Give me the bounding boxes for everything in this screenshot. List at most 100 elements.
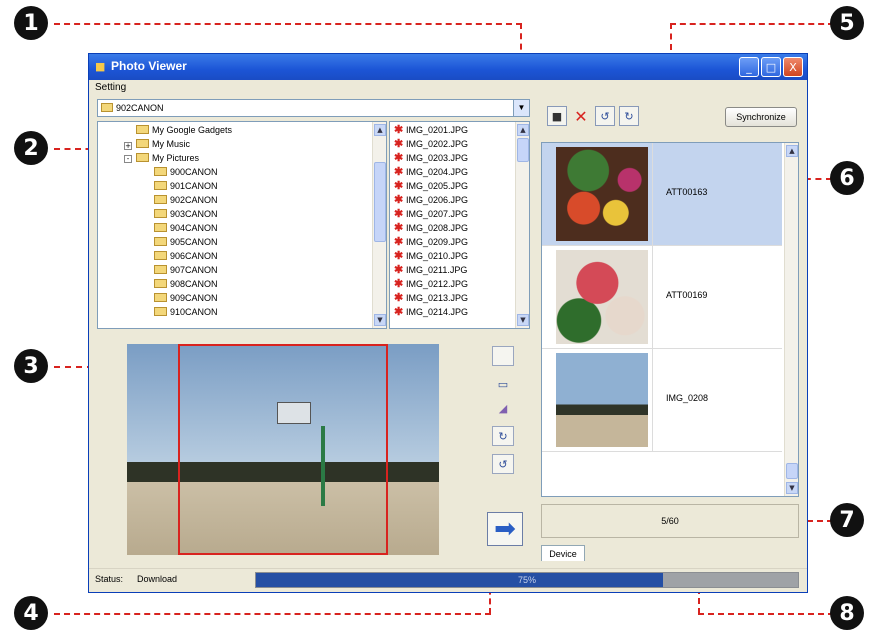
- jpg-file-icon: ✱: [394, 236, 404, 248]
- folder-icon: [154, 167, 167, 176]
- folder-icon: [154, 209, 167, 218]
- file-item[interactable]: ✱ IMG_0210.JPG: [394, 250, 468, 263]
- tree-item-907canon[interactable]: 907CANON: [154, 264, 218, 277]
- scroll-thumb[interactable]: [517, 138, 529, 162]
- jpg-file-icon: ✱: [394, 180, 404, 192]
- thumbnail-row[interactable]: ATT00169: [542, 246, 782, 349]
- tree-item-904canon[interactable]: 904CANON: [154, 222, 218, 235]
- tree-item-901canon[interactable]: 901CANON: [154, 180, 218, 193]
- file-item[interactable]: ✱ IMG_0208.JPG: [394, 222, 468, 235]
- scroll-thumb[interactable]: [374, 162, 386, 242]
- transfer-arrow-button[interactable]: ➡: [487, 512, 523, 546]
- file-list-scrollbar[interactable]: ▲ ▼: [515, 122, 529, 328]
- jpg-file-icon: ✱: [394, 264, 404, 276]
- tree-item-my-music[interactable]: My Music: [136, 138, 190, 151]
- minimize-button[interactable]: _: [739, 57, 759, 77]
- file-item[interactable]: ✱ IMG_0206.JPG: [394, 194, 468, 207]
- file-item[interactable]: ✱ IMG_0205.JPG: [394, 180, 468, 193]
- expand-my-music-icon[interactable]: +: [124, 142, 132, 150]
- callout-line-4: [54, 613, 491, 615]
- jpg-file-icon: ✱: [394, 292, 404, 304]
- tree-item-910canon[interactable]: 910CANON: [154, 306, 218, 319]
- menu-setting[interactable]: Setting: [95, 82, 126, 93]
- jpg-file-icon: ✱: [394, 194, 404, 206]
- file-item[interactable]: ✱ IMG_0204.JPG: [394, 166, 468, 179]
- tree-item-900canon[interactable]: 900CANON: [154, 166, 218, 179]
- file-item[interactable]: ✱ IMG_0214.JPG: [394, 306, 468, 319]
- scroll-thumb[interactable]: [786, 463, 798, 479]
- menu-bar: Setting: [89, 80, 807, 96]
- device-thumbnail-list[interactable]: ATT00163 ATT00169 IMG_0208 ▲ ▼: [541, 142, 799, 497]
- synchronize-button[interactable]: Synchronize: [725, 107, 797, 127]
- download-progress-bar: 75%: [255, 572, 799, 588]
- thumbnail-image: [556, 147, 648, 241]
- folder-icon: [154, 223, 167, 232]
- jpg-file-icon: ✱: [394, 152, 404, 164]
- tree-item-908canon[interactable]: 908CANON: [154, 278, 218, 291]
- collapse-my-pictures-icon[interactable]: -: [124, 155, 132, 163]
- scroll-up-icon[interactable]: ▲: [786, 145, 798, 157]
- file-item[interactable]: ✱ IMG_0211.JPG: [394, 264, 467, 277]
- title-bar[interactable]: ■ Photo Viewer _ □ X: [89, 54, 807, 80]
- file-item[interactable]: ✱ IMG_0212.JPG: [394, 278, 468, 291]
- file-item[interactable]: ✱ IMG_0207.JPG: [394, 208, 468, 221]
- file-item[interactable]: ✱ IMG_0203.JPG: [394, 152, 468, 165]
- thumbnail-image: [556, 353, 648, 447]
- callout-2: 2: [14, 131, 48, 165]
- photo-preview[interactable]: [127, 344, 439, 555]
- tree-item-909canon[interactable]: 909CANON: [154, 292, 218, 305]
- file-list[interactable]: ✱ IMG_0201.JPG ✱ IMG_0202.JPG ✱ IMG_0203.JP…: [389, 121, 530, 329]
- select-tool-button[interactable]: [492, 346, 514, 366]
- tree-item-903canon[interactable]: 903CANON: [154, 208, 218, 221]
- folder-dropdown-value: 902CANON: [116, 103, 164, 113]
- thumbnail-scrollbar[interactable]: ▲ ▼: [784, 143, 798, 496]
- scroll-down-icon[interactable]: ▼: [374, 314, 386, 326]
- jpg-file-icon: ✱: [394, 138, 404, 150]
- callout-line-8: [698, 613, 834, 615]
- thumbnail-row[interactable]: ATT00163: [542, 143, 782, 246]
- scroll-down-icon[interactable]: ▼: [786, 482, 798, 494]
- thumbnail-divider: [652, 349, 653, 451]
- save-icon[interactable]: ■: [547, 106, 567, 126]
- progress-text: 75%: [517, 575, 536, 585]
- file-item[interactable]: ✱ IMG_0201.JPG: [394, 124, 468, 137]
- tree-item-905canon[interactable]: 905CANON: [154, 236, 218, 249]
- thumbnail-name: ATT00163: [666, 187, 708, 197]
- file-item[interactable]: ✱ IMG_0213.JPG: [394, 292, 468, 305]
- tree-item-my-google-gadgets[interactable]: My Google Gadgets: [136, 124, 232, 137]
- folder-tree[interactable]: + - My Google Gadgets My Music My Pictur…: [97, 121, 387, 329]
- dropdown-arrow-icon[interactable]: ▼: [513, 100, 529, 116]
- callout-8: 8: [830, 596, 864, 630]
- thumbnail-image: [556, 250, 648, 344]
- scroll-down-icon[interactable]: ▼: [517, 314, 529, 326]
- rotate-right-button[interactable]: ↻: [492, 426, 514, 446]
- file-item[interactable]: ✱ IMG_0209.JPG: [394, 236, 468, 249]
- thumbnail-name: IMG_0208: [666, 393, 709, 403]
- folder-icon: [154, 195, 167, 204]
- maximize-button[interactable]: □: [761, 57, 781, 77]
- rotate-left-icon[interactable]: ↺: [595, 106, 615, 126]
- thumbnail-row[interactable]: IMG_0208: [542, 349, 782, 452]
- tree-item-906canon[interactable]: 906CANON: [154, 250, 218, 263]
- folder-icon: [154, 181, 167, 190]
- tree-item-902canon[interactable]: 902CANON: [154, 194, 218, 207]
- file-item[interactable]: ✱ IMG_0202.JPG: [394, 138, 468, 151]
- close-button[interactable]: X: [783, 57, 803, 77]
- tab-device[interactable]: Device: [541, 545, 585, 561]
- delete-icon[interactable]: ✕: [571, 106, 591, 126]
- crop-selection-box[interactable]: [178, 344, 388, 555]
- thumbnail-divider: [652, 143, 653, 245]
- tree-item-my-pictures[interactable]: My Pictures: [136, 152, 199, 165]
- scroll-up-icon[interactable]: ▲: [517, 124, 529, 136]
- rotate-right-icon[interactable]: ↻: [619, 106, 639, 126]
- eraser-icon[interactable]: ◢: [492, 398, 514, 418]
- scroll-up-icon[interactable]: ▲: [374, 124, 386, 136]
- jpg-file-icon: ✱: [394, 306, 404, 318]
- crop-frame-icon[interactable]: ▭: [492, 374, 514, 394]
- folder-dropdown[interactable]: 902CANON ▼: [97, 99, 530, 117]
- image-counter: 5/60: [541, 504, 799, 538]
- tree-scrollbar[interactable]: ▲ ▼: [372, 122, 386, 328]
- photo-viewer-window: ■ Photo Viewer _ □ X Setting 902CANON ▼ …: [88, 53, 808, 593]
- folder-icon: [154, 237, 167, 246]
- rotate-left-button[interactable]: ↺: [492, 454, 514, 474]
